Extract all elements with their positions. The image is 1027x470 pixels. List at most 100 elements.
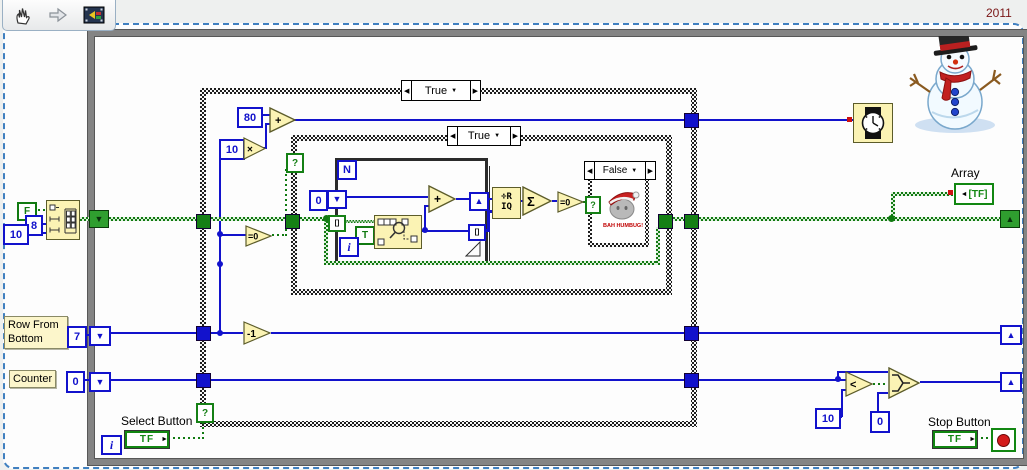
inner-case-selector-terminal[interactable]: ? (286, 153, 304, 173)
outer-case-selector[interactable]: ◀ True ▼ ▶ (401, 80, 481, 101)
shift-register-counter-right[interactable]: ▲ (1000, 372, 1022, 392)
wire-array-to-quotient-v[interactable] (487, 211, 490, 232)
select-button-terminal[interactable]: TF ► (124, 430, 170, 449)
array-indicator-terminal[interactable]: ◄ [TF] (954, 183, 994, 205)
wire-select-out[interactable] (920, 381, 1001, 383)
select-function[interactable] (888, 367, 920, 399)
wire-counter-1[interactable] (107, 379, 198, 381)
edit-vi-icon-tool-icon[interactable] (82, 4, 106, 26)
search-array-node[interactable] (374, 215, 422, 249)
counter-label: Counter (9, 370, 57, 389)
next-case-icon[interactable]: ▶ (471, 81, 480, 100)
wire-stop-button[interactable] (976, 437, 991, 439)
wire-row-4[interactable] (697, 332, 1000, 334)
prev-case-icon[interactable]: ◀ (585, 162, 594, 179)
delay-scale-constant[interactable]: 10 (219, 139, 245, 160)
svg-text:=0: =0 (248, 232, 258, 242)
reset-constant[interactable]: 0 (870, 411, 890, 433)
wire-array-bypass-v2[interactable] (656, 227, 660, 265)
wire-delay-2[interactable] (697, 119, 854, 121)
wire-array-indicator-v[interactable] (891, 196, 895, 217)
limit-constant[interactable]: 10 (815, 408, 841, 429)
quotient-remainder-node[interactable]: ÷R IQ (492, 187, 521, 219)
tunnel-array-out[interactable] (684, 214, 699, 229)
stop-button-terminal[interactable]: TF ► (932, 430, 978, 449)
for-shift-register-left[interactable]: ▼ (327, 190, 347, 209)
tunnel-array-in[interactable] (196, 214, 211, 229)
next-case-icon[interactable]: ▶ (511, 127, 520, 145)
wire-less-to-select[interactable] (873, 383, 888, 385)
shift-register-row-right[interactable]: ▲ (1000, 325, 1022, 345)
tunnel-counter-out[interactable] (684, 373, 699, 388)
wire-0-to-select[interactable] (877, 392, 888, 394)
initialize-array-node[interactable] (46, 200, 80, 240)
equal-zero-node[interactable]: =0 (557, 191, 584, 213)
for-init-constant[interactable]: 0 (309, 190, 328, 211)
delay-base-constant[interactable]: 80 (237, 107, 263, 128)
wire-add-to-shift[interactable] (456, 198, 469, 200)
wire-shift-to-add[interactable] (343, 196, 428, 198)
wire-array-1[interactable] (107, 217, 198, 221)
nested-case-selector[interactable]: ◀ False ▼ ▶ (584, 161, 656, 180)
wire-10-up[interactable] (841, 389, 843, 417)
while-iteration-terminal[interactable]: i (101, 435, 122, 455)
svg-text:+: + (275, 115, 281, 127)
wire-row-branch-v[interactable] (219, 152, 221, 334)
wire-row-3[interactable] (271, 332, 684, 334)
wire-junction (217, 231, 223, 237)
wire-row-2[interactable] (209, 332, 243, 334)
wire-search-out[interactable] (422, 230, 468, 232)
prev-case-icon[interactable]: ◀ (402, 81, 411, 100)
inner-case-selector[interactable]: ◀ True ▼ ▶ (447, 126, 521, 146)
row-equal-zero-node[interactable]: =0 (245, 225, 272, 247)
labview-block-diagram: 2011 F 8 10 Row From Bottom 7 Counter 0 … (0, 0, 1027, 470)
tunnel-delay-out[interactable] (684, 113, 699, 128)
rows-constant[interactable]: 10 (3, 224, 29, 245)
for-loop-iteration-terminal[interactable]: i (339, 237, 359, 257)
shift-register-row-left[interactable]: ▼ (89, 326, 111, 346)
wire-array-indicator-h[interactable] (891, 192, 953, 196)
row-start-constant[interactable]: 7 (67, 326, 87, 348)
for-shift-register-right[interactable]: ▲ (469, 192, 489, 211)
wire-row-to-equal[interactable] (219, 234, 246, 236)
stop-sign-icon (997, 433, 1010, 447)
wire-row-1[interactable] (107, 332, 198, 334)
counter-start-constant[interactable]: 0 (66, 371, 85, 393)
inner-tunnel-array-out[interactable] (658, 214, 673, 229)
tunnel-counter-in[interactable] (196, 373, 211, 388)
bah-humbug-clipart: BAH HUMBUG! (603, 191, 643, 229)
wire-array-2[interactable] (209, 217, 287, 221)
add-function[interactable]: + (428, 185, 456, 213)
wire-counter-2[interactable] (209, 379, 684, 381)
less-than-node[interactable]: < (845, 371, 873, 397)
decrement-node[interactable]: -1 (243, 321, 271, 345)
tunnel-row-out[interactable] (684, 326, 699, 341)
add-delay-function[interactable]: + (269, 107, 296, 133)
shift-register-array-left[interactable]: ▼ (89, 210, 109, 228)
add-array-elements-node[interactable]: Σ (522, 186, 552, 216)
outer-case-selector-terminal[interactable]: ? (196, 403, 214, 423)
next-case-icon[interactable]: ▶ (646, 162, 655, 179)
loop-condition-terminal[interactable] (991, 428, 1016, 452)
wire-array-bypass-h[interactable] (324, 261, 660, 265)
nested-case-selector-terminal[interactable]: ? (585, 196, 601, 214)
wait-ms-node[interactable] (853, 103, 893, 143)
operate-value-tool-icon[interactable] (12, 4, 34, 26)
inner-tunnel-array-in[interactable] (285, 214, 300, 229)
auto-index-out-tunnel[interactable]: [] (468, 224, 486, 241)
wire-array-5[interactable] (697, 217, 1002, 221)
for-loop-count-terminal[interactable]: N (337, 160, 357, 180)
wire-array-4[interactable] (671, 217, 685, 221)
shift-register-counter-left[interactable]: ▼ (89, 372, 111, 392)
wire-0-up[interactable] (877, 392, 879, 411)
wire-select-button-h[interactable] (168, 437, 204, 439)
wire-row-to-search[interactable] (342, 220, 374, 223)
scroll-arrow-tool-icon[interactable] (47, 4, 69, 26)
auto-index-in-tunnel[interactable]: [] (328, 215, 346, 232)
shift-register-array-right[interactable]: ▲ (1000, 210, 1020, 228)
wire-delay-1[interactable] (294, 119, 684, 121)
multiply-function[interactable]: × (243, 137, 266, 160)
prev-case-icon[interactable]: ◀ (448, 127, 457, 145)
wire-counter-3[interactable] (697, 379, 846, 381)
tunnel-row-in[interactable] (196, 326, 211, 341)
